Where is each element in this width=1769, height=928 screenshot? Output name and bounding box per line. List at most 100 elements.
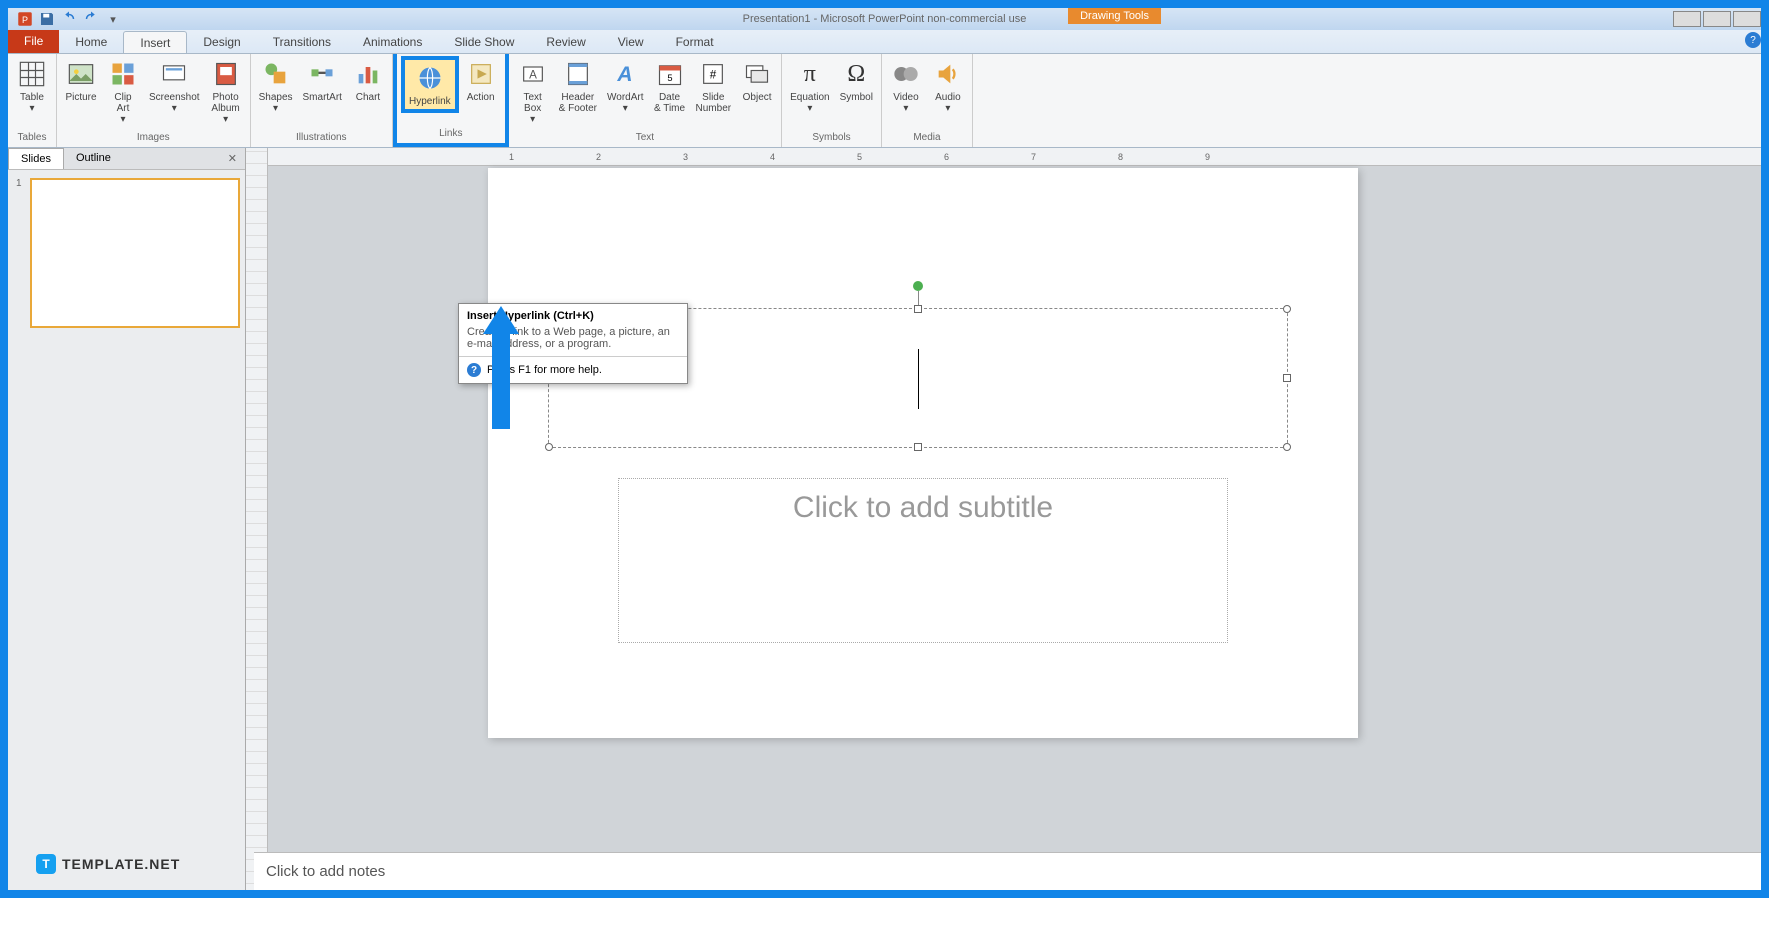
screenshot-label: Screenshot: [149, 92, 200, 103]
hyperlink-label: Hyperlink: [409, 96, 451, 107]
subtitle-text: Click to add subtitle: [793, 491, 1053, 525]
group-images-label: Images: [137, 132, 170, 145]
window-title: Presentation1 - Microsoft PowerPoint non…: [743, 13, 1027, 25]
slide-editor: 123456789 Click to add subtitle: [268, 148, 1761, 890]
symbol-label: Symbol: [840, 92, 873, 103]
resize-handle-tr[interactable]: [1283, 305, 1291, 313]
panel-close-icon[interactable]: ✕: [220, 148, 245, 169]
audio-button[interactable]: Audio▾: [928, 56, 968, 116]
photoalbum-button[interactable]: Photo Album▾: [206, 56, 246, 127]
notes-placeholder: Click to add notes: [266, 863, 385, 880]
video-label: Video: [893, 92, 918, 103]
wordart-icon: A: [609, 58, 641, 90]
contextual-tab-drawing-tools[interactable]: Drawing Tools: [1068, 8, 1161, 24]
slidenumber-button[interactable]: #Slide Number: [692, 56, 736, 116]
save-icon[interactable]: [38, 11, 56, 27]
group-text: AText Box▾ Header & Footer AWordArt▾ 5Da…: [509, 54, 782, 147]
datetime-icon: 5: [654, 58, 686, 90]
table-label: Table: [20, 92, 44, 103]
powerpoint-icon[interactable]: P: [16, 11, 34, 27]
svg-text:#: #: [710, 69, 717, 82]
headerfooter-icon: [562, 58, 594, 90]
subtitle-placeholder[interactable]: Click to add subtitle: [618, 478, 1228, 643]
screenshot-button[interactable]: Screenshot▾: [145, 56, 204, 116]
hyperlink-button[interactable]: Hyperlink: [401, 56, 459, 113]
wordart-button[interactable]: AWordArt▾: [603, 56, 648, 116]
audio-icon: [932, 58, 964, 90]
equation-button[interactable]: πEquation▾: [786, 56, 833, 116]
text-cursor: [918, 349, 919, 409]
qat-dropdown-icon[interactable]: ▾: [104, 11, 122, 27]
tab-transitions[interactable]: Transitions: [257, 31, 347, 53]
tab-review[interactable]: Review: [530, 31, 601, 53]
redo-icon[interactable]: [82, 11, 100, 27]
rotate-handle[interactable]: [913, 281, 923, 291]
tab-home[interactable]: Home: [59, 31, 123, 53]
panel-tab-outline[interactable]: Outline: [64, 148, 123, 169]
action-button[interactable]: Action: [461, 56, 501, 105]
chart-button[interactable]: Chart: [348, 56, 388, 105]
headerfooter-label: Header & Footer: [559, 92, 597, 114]
textbox-button[interactable]: AText Box▾: [513, 56, 553, 127]
object-label: Object: [743, 92, 772, 103]
object-button[interactable]: Object: [737, 56, 777, 105]
vertical-ruler: [246, 148, 268, 890]
help-icon[interactable]: ?: [1745, 32, 1761, 48]
hyperlink-icon: [414, 62, 446, 94]
tooltip-help-icon: ?: [467, 363, 481, 377]
resize-handle-br[interactable]: [1283, 443, 1291, 451]
video-button[interactable]: Video▾: [886, 56, 926, 116]
smartart-button[interactable]: SmartArt: [299, 56, 346, 105]
group-illustrations-label: Illustrations: [296, 132, 347, 145]
resize-handle-bl[interactable]: [545, 443, 553, 451]
resize-handle-mr[interactable]: [1283, 374, 1291, 382]
group-illustrations: Shapes▾ SmartArt Chart Illustrations: [251, 54, 393, 147]
textbox-label: Text Box: [523, 92, 541, 114]
slide-thumbnail[interactable]: [30, 178, 240, 328]
picture-button[interactable]: Picture: [61, 56, 101, 105]
undo-icon[interactable]: [60, 11, 78, 27]
arrow-head-icon: [483, 306, 519, 334]
window-controls: [1671, 11, 1761, 27]
group-links-label: Links: [439, 128, 462, 141]
watermark-icon: T: [36, 854, 56, 874]
tab-insert[interactable]: Insert: [123, 31, 187, 53]
group-tables: Table▾ Tables: [8, 54, 57, 147]
resize-handle-bm[interactable]: [914, 443, 922, 451]
table-button[interactable]: Table▾: [12, 56, 52, 116]
tab-format[interactable]: Format: [660, 31, 730, 53]
picture-icon: [65, 58, 97, 90]
thumbnail-area: 1: [8, 170, 245, 336]
clipart-button[interactable]: Clip Art▾: [103, 56, 143, 127]
title-bar: P ▾ Presentation1 - Microsoft PowerPoint…: [8, 8, 1761, 30]
datetime-label: Date & Time: [654, 92, 685, 114]
maximize-button[interactable]: [1703, 11, 1731, 27]
tab-animations[interactable]: Animations: [347, 31, 438, 53]
group-images: Picture Clip Art▾ Screenshot▾ Photo Albu…: [57, 54, 251, 147]
action-label: Action: [467, 92, 495, 103]
equation-icon: π: [794, 58, 826, 90]
datetime-button[interactable]: 5 Date & Time: [650, 56, 690, 116]
symbol-button[interactable]: ΩSymbol: [836, 56, 877, 105]
tab-design[interactable]: Design: [187, 31, 256, 53]
svg-text:5: 5: [667, 73, 672, 83]
shapes-icon: [260, 58, 292, 90]
shapes-button[interactable]: Shapes▾: [255, 56, 297, 116]
group-links: Hyperlink Action Links: [393, 54, 509, 147]
wordart-label: WordArt: [607, 92, 644, 103]
close-button[interactable]: [1733, 11, 1761, 27]
resize-handle-tm[interactable]: [914, 305, 922, 313]
photoalbum-icon: [210, 58, 242, 90]
svg-text:A: A: [617, 63, 633, 86]
notes-pane[interactable]: Click to add notes: [254, 852, 1761, 890]
smartart-label: SmartArt: [303, 92, 342, 103]
headerfooter-button[interactable]: Header & Footer: [555, 56, 601, 116]
chart-label: Chart: [356, 92, 380, 103]
panel-tab-slides[interactable]: Slides: [8, 148, 64, 169]
minimize-button[interactable]: [1673, 11, 1701, 27]
tab-view[interactable]: View: [602, 31, 660, 53]
ribbon-tabs: File Home Insert Design Transitions Anim…: [8, 30, 1761, 54]
tab-slideshow[interactable]: Slide Show: [438, 31, 530, 53]
slide-canvas[interactable]: Click to add subtitle: [488, 168, 1358, 738]
photoalbum-label: Photo Album: [211, 92, 239, 114]
